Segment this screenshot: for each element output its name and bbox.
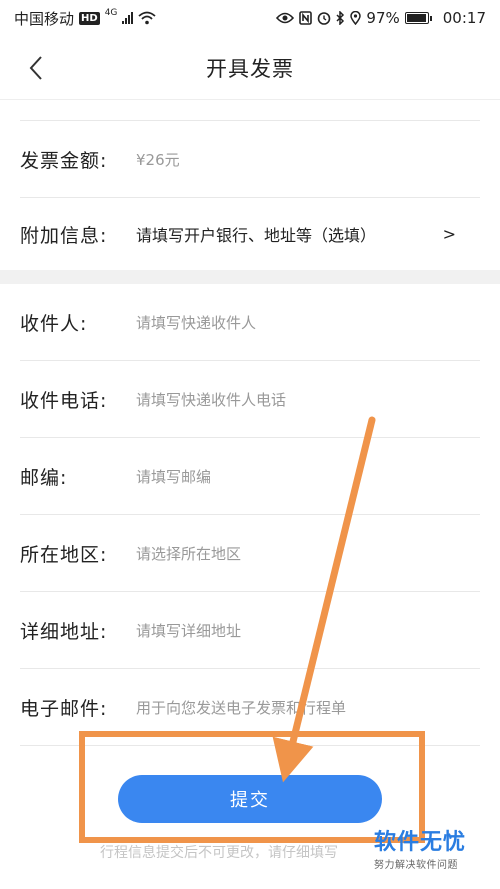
shipping-section: 收件人: 请填写快递收件人 收件电话: 请填写快递收件人电话 邮编: 请填写邮编… bbox=[0, 284, 500, 746]
region-select[interactable]: 请选择所在地区 bbox=[136, 543, 241, 564]
invoice-amount-row: 发票金额: ¥26元 bbox=[20, 121, 480, 198]
watermark-logo: 软件无忧 努力解决软件问题 bbox=[374, 830, 492, 871]
back-button[interactable] bbox=[18, 50, 54, 86]
nav-bar: 开具发票 bbox=[0, 36, 500, 100]
address-label: 详细地址: bbox=[20, 620, 108, 643]
extra-info-value[interactable]: 请填写开户银行、地址等（选填） bbox=[136, 222, 376, 246]
invoice-section: 发票金额: ¥26元 附加信息: 请填写开户银行、地址等（选填） > bbox=[0, 100, 500, 270]
zip-row: 邮编: 请填写邮编 bbox=[20, 438, 480, 515]
zip-input[interactable]: 请填写邮编 bbox=[136, 466, 211, 487]
region-row[interactable]: 所在地区: 请选择所在地区 bbox=[20, 515, 480, 592]
invoice-amount-value: ¥26元 bbox=[136, 150, 180, 169]
signal-icon bbox=[122, 12, 134, 24]
invoice-amount-label: 发票金额: bbox=[20, 149, 108, 172]
location-icon bbox=[350, 11, 362, 25]
watermark-title: 软件无忧 bbox=[374, 830, 467, 855]
phone-row: 收件电话: 请填写快递收件人电话 bbox=[20, 361, 480, 438]
phone-input[interactable]: 请填写快递收件人电话 bbox=[136, 389, 286, 410]
footer-notice: 行程信息提交后不可更改，请仔细填写 bbox=[100, 845, 338, 861]
nfc-icon bbox=[299, 11, 313, 25]
extra-info-row[interactable]: 附加信息: 请填写开户银行、地址等（选填） > bbox=[20, 198, 480, 270]
zip-label: 邮编: bbox=[20, 466, 68, 489]
carrier-name: 中国移动 bbox=[14, 9, 75, 28]
email-input[interactable]: 用于向您发送电子发票和行程单 bbox=[136, 697, 346, 718]
eye-icon bbox=[276, 12, 295, 24]
section-divider bbox=[0, 270, 500, 284]
battery-percent: 97% bbox=[366, 9, 400, 27]
wifi-icon bbox=[138, 11, 156, 25]
phone-label: 收件电话: bbox=[20, 389, 108, 412]
hd-icon: HD bbox=[79, 11, 100, 25]
recipient-input[interactable]: 请填写快递收件人 bbox=[136, 312, 256, 333]
region-label: 所在地区: bbox=[20, 543, 108, 566]
bluetooth-icon bbox=[336, 11, 345, 25]
chevron-left-icon bbox=[29, 56, 42, 80]
recipient-row: 收件人: 请填写快递收件人 bbox=[20, 284, 480, 361]
email-label: 电子邮件: bbox=[20, 697, 108, 720]
chevron-right-icon[interactable]: > bbox=[443, 225, 456, 244]
email-row: 电子邮件: 用于向您发送电子发票和行程单 bbox=[20, 669, 480, 746]
recipient-label: 收件人: bbox=[20, 312, 88, 335]
extra-info-label: 附加信息: bbox=[20, 224, 108, 247]
battery-icon bbox=[404, 12, 432, 24]
network-type: 4G bbox=[104, 8, 118, 18]
section-spacer bbox=[20, 100, 480, 121]
page-title: 开具发票 bbox=[206, 56, 294, 81]
watermark-subtitle: 努力解决软件问题 bbox=[374, 860, 458, 871]
submit-button[interactable]: 提交 bbox=[118, 775, 382, 823]
status-bar: 中国移动 HD 4G 97% 00:17 bbox=[0, 0, 500, 36]
address-input[interactable]: 请填写详细地址 bbox=[136, 620, 241, 641]
alarm-icon bbox=[318, 12, 331, 25]
address-row: 详细地址: 请填写详细地址 bbox=[20, 592, 480, 669]
clock-time: 00:17 bbox=[442, 9, 486, 27]
